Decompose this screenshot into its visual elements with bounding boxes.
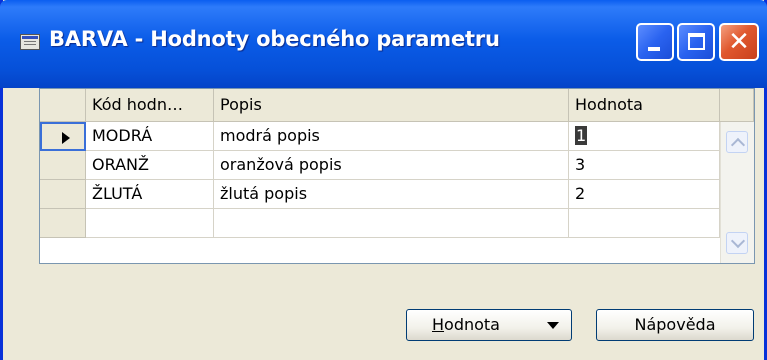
table-cell-code[interactable]: MODRÁ bbox=[86, 122, 214, 151]
row-selector-header bbox=[40, 89, 86, 122]
scroll-down-button[interactable] bbox=[726, 232, 748, 254]
title-bar[interactable]: BARVA - Hodnoty obecného parametru ✕ bbox=[0, 0, 767, 88]
table-icon bbox=[20, 34, 40, 50]
table-cell-code[interactable]: ŽLUTÁ bbox=[86, 180, 214, 209]
help-button[interactable]: Nápověda bbox=[596, 309, 754, 341]
maximize-button[interactable] bbox=[677, 23, 715, 61]
values-grid[interactable]: Kód hodn… Popis Hodnota MODRÁ modrá popi… bbox=[39, 88, 755, 264]
table-cell-value[interactable]: 1 bbox=[569, 122, 720, 151]
table-cell-value[interactable] bbox=[569, 209, 720, 238]
close-icon: ✕ bbox=[728, 27, 750, 57]
row-selector[interactable] bbox=[40, 209, 86, 238]
dropdown-arrow-icon bbox=[547, 322, 559, 329]
table-cell-value[interactable]: 2 bbox=[569, 180, 720, 209]
table-cell-description[interactable]: oranžová popis bbox=[214, 151, 569, 180]
chevron-up-icon bbox=[730, 137, 746, 153]
column-header-description[interactable]: Popis bbox=[214, 89, 569, 122]
scroll-up-button[interactable] bbox=[726, 131, 748, 153]
table-cell-description[interactable]: modrá popis bbox=[214, 122, 569, 151]
selected-value-text[interactable]: 1 bbox=[575, 126, 588, 145]
current-row-arrow-icon bbox=[62, 132, 70, 144]
table-cell-description[interactable]: žlutá popis bbox=[214, 180, 569, 209]
column-header-value[interactable]: Hodnota bbox=[569, 89, 720, 122]
hodnota-menu-button[interactable]: Hodnota bbox=[406, 309, 572, 341]
close-button[interactable]: ✕ bbox=[719, 23, 759, 61]
vertical-scrollbar[interactable] bbox=[720, 122, 754, 263]
hodnota-button-label: Hodnota bbox=[432, 310, 500, 340]
chevron-down-icon bbox=[730, 233, 746, 249]
row-selector[interactable] bbox=[40, 180, 86, 209]
row-selector[interactable] bbox=[40, 151, 86, 180]
column-header-code[interactable]: Kód hodn… bbox=[86, 89, 214, 122]
hodnota-label-rest: odnota bbox=[444, 315, 500, 334]
minimize-button[interactable] bbox=[636, 23, 674, 61]
table-cell-description[interactable] bbox=[214, 209, 569, 238]
minimize-icon bbox=[648, 47, 660, 51]
column-header-spacer bbox=[720, 89, 754, 122]
window-title: BARVA - Hodnoty obecného parametru bbox=[49, 27, 500, 51]
dialog-window: BARVA - Hodnoty obecného parametru ✕ Kód… bbox=[0, 0, 767, 360]
table-cell-code[interactable] bbox=[86, 209, 214, 238]
table-cell-code[interactable]: ORANŽ bbox=[86, 151, 214, 180]
table-cell-value[interactable]: 3 bbox=[569, 151, 720, 180]
row-selector-active[interactable] bbox=[40, 122, 86, 151]
maximize-icon bbox=[688, 33, 705, 50]
access-key-letter: H bbox=[432, 315, 445, 334]
